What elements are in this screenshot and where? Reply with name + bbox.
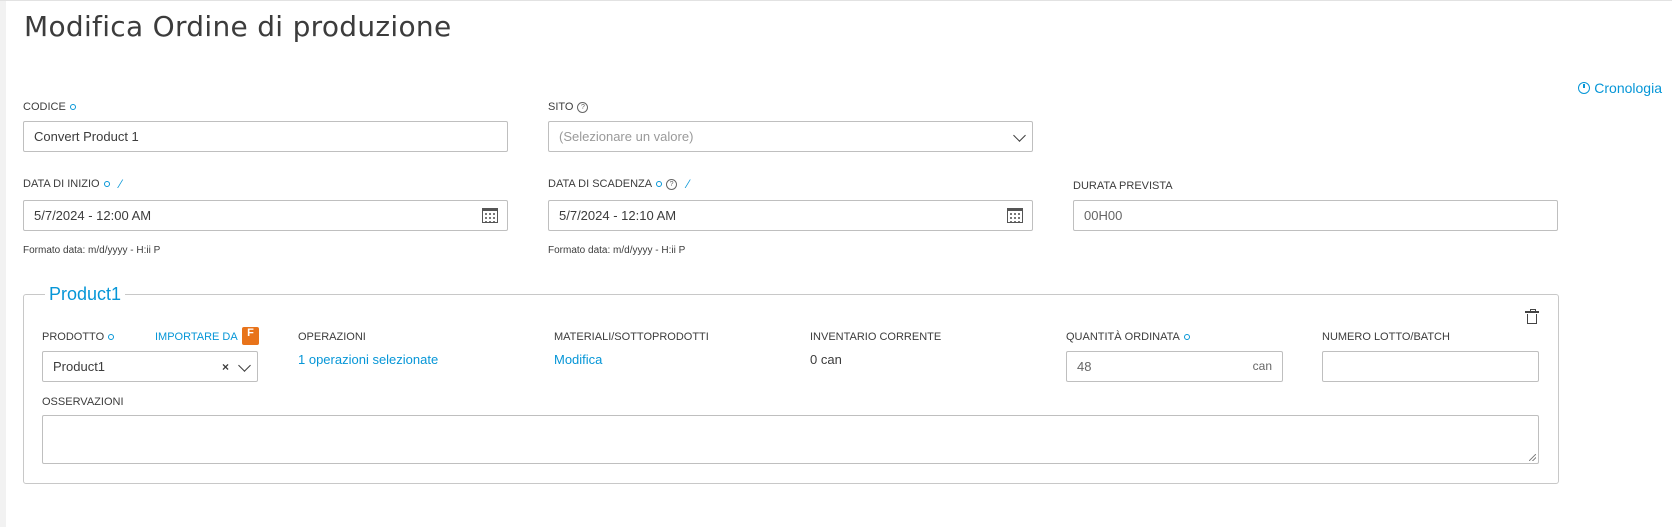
materiali-label: MATERIALI/SOTTOPRODOTTI [554, 331, 709, 343]
data-scadenza-label-text: DATA DI SCADENZA [548, 178, 653, 190]
quantita-label: QUANTITÀ ORDINATA [1066, 331, 1190, 343]
clock-icon [1578, 82, 1591, 94]
sito-select[interactable]: (Selezionare un valore) [548, 121, 1033, 152]
inventario-label: INVENTARIO CORRENTE [810, 331, 941, 343]
required-dot-icon [1183, 334, 1190, 340]
codice-input[interactable]: Convert Product 1 [23, 121, 508, 152]
import-from-link[interactable]: IMPORTARE DA [155, 331, 238, 343]
badge-bar [242, 340, 259, 344]
data-inizio-label-text: DATA DI INIZIO [23, 178, 100, 190]
data-inizio-label: DATA DI INIZIO ⁄ [23, 177, 122, 191]
operazioni-label: OPERAZIONI [298, 331, 366, 343]
prodotto-label: PRODOTTO [42, 331, 115, 343]
required-dot-icon [108, 334, 115, 340]
prodotto-value: Product1 [53, 359, 106, 374]
help-icon[interactable]: ? [666, 178, 678, 190]
chevron-down-icon [238, 359, 251, 372]
fusion-badge-icon[interactable]: F [242, 327, 259, 345]
clear-icon[interactable]: × [222, 360, 229, 374]
lotto-input[interactable] [1322, 351, 1539, 382]
sito-label: SITO ? [548, 101, 589, 113]
inventario-label-text: INVENTARIO CORRENTE [810, 331, 942, 343]
data-scadenza-value: 5/7/2024 - 12:10 AM [559, 208, 677, 223]
inventario-value: 0 can [810, 352, 842, 367]
sito-label-text: SITO [548, 101, 574, 113]
quantita-value: 48 [1077, 359, 1092, 374]
resize-grip-icon[interactable] [1529, 454, 1536, 461]
materiali-label-text: MATERIALI/SOTTOPRODOTTI [554, 331, 709, 343]
codice-value: Convert Product 1 [34, 129, 139, 144]
prodotto-label-text: PRODOTTO [42, 331, 105, 343]
operazioni-link[interactable]: 1 operazioni selezionate [298, 352, 438, 367]
durata-label: DURATA PREVISTA [1073, 180, 1173, 192]
quantita-label-text: QUANTITÀ ORDINATA [1066, 331, 1180, 343]
durata-label-text: DURATA PREVISTA [1073, 180, 1173, 192]
lotto-label: NUMERO LOTTO/BATCH [1322, 331, 1450, 343]
history-link-label: Cronologia [1594, 80, 1662, 96]
codice-label-text: CODICE [23, 101, 66, 113]
calendar-icon[interactable] [1007, 208, 1023, 223]
operazioni-label-text: OPERAZIONI [298, 331, 366, 343]
lotto-label-text: NUMERO LOTTO/BATCH [1322, 331, 1450, 343]
codice-label: CODICE [23, 101, 76, 113]
quantita-unit: can [1252, 359, 1272, 373]
history-link[interactable]: Cronologia [1578, 80, 1662, 96]
osservazioni-textarea[interactable] [42, 415, 1539, 464]
chevron-down-icon [1013, 129, 1026, 142]
durata-input[interactable]: 00H00 [1073, 200, 1558, 231]
data-inizio-input[interactable]: 5/7/2024 - 12:00 AM [23, 200, 508, 231]
prodotto-select[interactable]: Product1 × [42, 351, 258, 382]
data-inizio-value: 5/7/2024 - 12:00 AM [34, 208, 152, 223]
durata-value: 00H00 [1084, 208, 1123, 223]
data-scadenza-input[interactable]: 5/7/2024 - 12:10 AM [548, 200, 1033, 231]
data-scadenza-hint: Formato data: m/d/yyyy - H:ii P [548, 245, 686, 256]
calendar-icon[interactable] [482, 208, 498, 223]
materiali-edit-link[interactable]: Modifica [554, 352, 602, 367]
trash-icon[interactable] [1525, 309, 1539, 324]
osservazioni-label: OSSERVAZIONI [42, 396, 124, 408]
product-legend: Product1 [45, 284, 126, 305]
help-icon[interactable]: ? [577, 101, 589, 113]
data-inizio-hint: Formato data: m/d/yyyy - H:ii P [23, 245, 161, 256]
left-edge-strip [0, 0, 6, 527]
required-dot-icon [656, 181, 663, 187]
required-dot-icon [69, 104, 76, 110]
quantita-input[interactable]: 48 can [1066, 351, 1283, 382]
required-dot-icon [103, 181, 110, 187]
page-title: Modifica Ordine di produzione [24, 10, 452, 43]
magic-wand-icon[interactable]: ⁄ [120, 177, 122, 191]
top-divider [0, 0, 1672, 1]
osservazioni-label-text: OSSERVAZIONI [42, 396, 124, 408]
sito-placeholder: (Selezionare un valore) [559, 129, 694, 144]
magic-wand-icon[interactable]: ⁄ [687, 177, 689, 191]
data-scadenza-label: DATA DI SCADENZA ? ⁄ [548, 177, 689, 191]
